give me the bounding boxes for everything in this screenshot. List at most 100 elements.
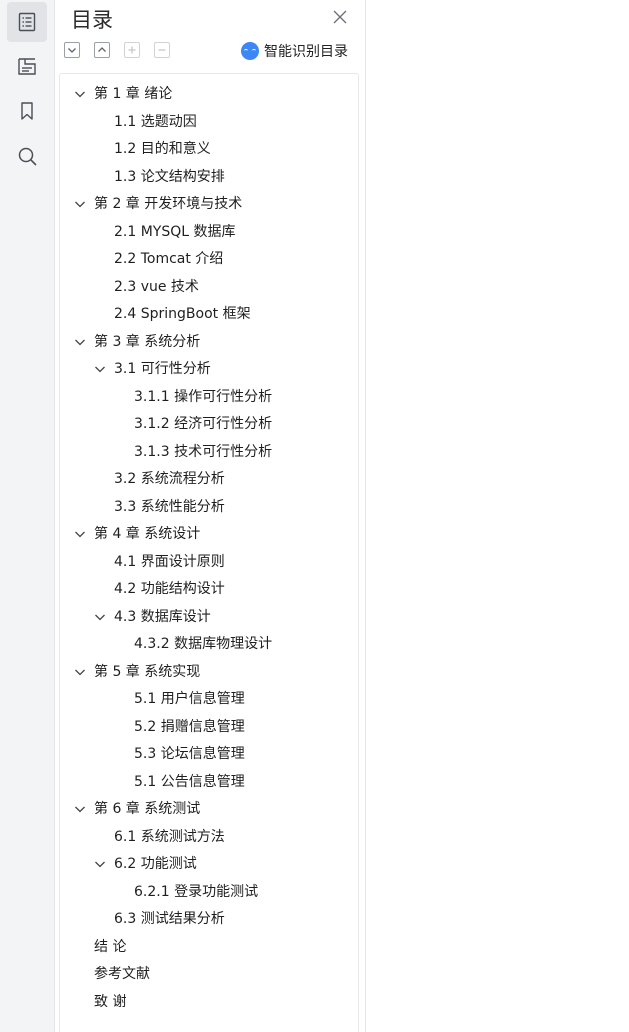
- toc-icon: [18, 12, 36, 32]
- toc-entry[interactable]: 3.1.1 操作可行性分析: [134, 386, 272, 408]
- toc-entry[interactable]: 2.3 vue 技术: [114, 276, 199, 298]
- toc-entry-label: 第 4 章 系统设计: [94, 526, 201, 542]
- toc-entry-label: 2.1 MYSQL 数据库: [114, 223, 236, 240]
- bookmark-icon: [21, 102, 33, 120]
- smart-toc-label: 智能识别目录: [264, 44, 348, 60]
- toc-entry-label: 2.4 SpringBoot 框架: [114, 306, 251, 322]
- toc-entry-label: 第 2 章 开发环境与技术: [94, 196, 243, 212]
- add-entry-icon: [128, 46, 136, 54]
- toc-entry[interactable]: 5.3 论坛信息管理: [134, 743, 245, 765]
- toc-entry[interactable]: 1.1 选题动因: [114, 111, 197, 133]
- remove-entry-button[interactable]: [154, 42, 170, 58]
- chevron-down-icon[interactable]: [94, 611, 106, 623]
- toc-entry-label: 3.1.1 操作可行性分析: [134, 388, 273, 405]
- toc-entry-label: 第 3 章 系统分析: [94, 333, 201, 350]
- toc-entry[interactable]: 3.3 系统性能分析: [114, 496, 225, 518]
- toc-entry[interactable]: 参考文献: [94, 963, 150, 985]
- smart-toc-button[interactable]: 智能识别目录: [241, 40, 348, 62]
- toc-tab-button[interactable]: [7, 2, 47, 42]
- toc-entry[interactable]: 1.2 目的和意义: [114, 138, 211, 160]
- toc-entry-label: 3.1 可行性分析: [114, 361, 211, 377]
- collapse-all-button[interactable]: [64, 42, 80, 58]
- toc-entry[interactable]: 3.1 可行性分析: [94, 358, 211, 380]
- toc-entry[interactable]: 1.3 论文结构安排: [114, 166, 225, 188]
- toc-entry-label: 第 1 章 绪论: [94, 86, 173, 102]
- toc-entry-label: 6.2 功能测试: [114, 856, 197, 872]
- toc-entry[interactable]: 第 5 章 系统实现: [74, 661, 200, 683]
- toc-entry-label: 1.3 论文结构安排: [114, 168, 225, 185]
- toc-entry[interactable]: 6.3 测试结果分析: [114, 908, 225, 930]
- toc-entry[interactable]: 5.2 捐赠信息管理: [134, 716, 245, 738]
- toc-entry[interactable]: 4.1 界面设计原则: [114, 551, 225, 573]
- chevron-down-icon[interactable]: [94, 363, 106, 375]
- toc-entry-label: 2.3 vue 技术: [114, 278, 199, 295]
- left-tool-rail: [0, 0, 55, 1032]
- chevron-down-icon[interactable]: [74, 336, 86, 348]
- toc-entry[interactable]: 第 4 章 系统设计: [74, 523, 200, 545]
- close-panel-button[interactable]: [331, 8, 349, 26]
- collapse-all-icon: [68, 48, 76, 53]
- bookmark-tab-button[interactable]: [7, 91, 47, 131]
- toc-entry[interactable]: 4.3.2 数据库物理设计: [134, 633, 272, 655]
- search-tab-button[interactable]: [7, 136, 47, 176]
- toc-entry-label: 5.3 论坛信息管理: [134, 746, 245, 762]
- toc-entry[interactable]: 3.1.3 技术可行性分析: [134, 441, 272, 463]
- chevron-down-icon[interactable]: [94, 858, 106, 870]
- toc-entry[interactable]: 5.1 用户信息管理: [134, 688, 245, 710]
- toc-entry[interactable]: 2.1 MYSQL 数据库: [114, 221, 236, 243]
- toc-entry-label: 5.1 用户信息管理: [134, 691, 245, 707]
- toc-entry[interactable]: 6.2.1 登录功能测试: [134, 881, 258, 903]
- toc-entry[interactable]: 3.1.2 经济可行性分析: [134, 413, 272, 435]
- toc-entry-label: 2.2 Tomcat 介绍: [114, 251, 224, 267]
- toc-entry-label: 5.1 公告信息管理: [134, 773, 245, 790]
- toc-entry[interactable]: 第 1 章 绪论: [74, 83, 172, 105]
- toc-entry-label: 4.3.2 数据库物理设计: [134, 636, 273, 652]
- toc-entry-label: 3.3 系统性能分析: [114, 498, 225, 515]
- panel-title: 目录: [71, 8, 113, 32]
- toc-entry[interactable]: 第 2 章 开发环境与技术: [74, 193, 242, 215]
- chevron-down-icon[interactable]: [74, 528, 86, 540]
- close-icon: [333, 10, 347, 24]
- chevron-down-icon[interactable]: [74, 88, 86, 100]
- toc-entry-label: 5.2 捐赠信息管理: [134, 718, 245, 735]
- toc-entry-label: 4.3 数据库设计: [114, 608, 211, 625]
- toc-entry-label: 参考文献: [94, 966, 150, 982]
- toc-entry-label: 6.1 系统测试方法: [114, 828, 225, 845]
- thumbnail-icon: [18, 58, 36, 75]
- toc-entry[interactable]: 6.2 功能测试: [94, 853, 197, 875]
- toc-panel: 目录 智能识别目录 第 1 章 绪论 1.1 选题动因 1.2 目的和意义 1.3 论…: [55, 0, 366, 1032]
- chevron-down-icon[interactable]: [74, 803, 86, 815]
- toc-entry-label: 3.1.3 技术可行性分析: [134, 443, 273, 460]
- toc-entry[interactable]: 3.2 系统流程分析: [114, 468, 225, 490]
- remove-entry-icon: [158, 49, 166, 51]
- toc-entry-label: 6.3 测试结果分析: [114, 911, 225, 927]
- toc-entry[interactable]: 4.3 数据库设计: [94, 606, 211, 628]
- toc-entry-label: 致 谢: [94, 993, 127, 1010]
- search-icon: [18, 147, 37, 166]
- toc-entry[interactable]: 5.1 公告信息管理: [134, 771, 245, 793]
- chevron-down-icon[interactable]: [74, 198, 86, 210]
- expand-all-icon: [98, 47, 106, 52]
- toc-entry-label: 结 论: [94, 938, 127, 955]
- expand-all-button[interactable]: [94, 42, 110, 58]
- toc-entry-label: 第 5 章 系统实现: [94, 663, 201, 680]
- thumbnail-tab-button[interactable]: [7, 46, 47, 86]
- toc-entry-label: 4.1 界面设计原则: [114, 553, 225, 570]
- smart-assistant-icon: [241, 42, 259, 60]
- toc-entry[interactable]: 6.1 系统测试方法: [114, 826, 225, 848]
- toc-entry-label: 第 6 章 系统测试: [94, 801, 201, 817]
- toc-entry[interactable]: 第 3 章 系统分析: [74, 331, 200, 353]
- chevron-down-icon[interactable]: [74, 666, 86, 678]
- toc-entry[interactable]: 结 论: [94, 936, 126, 958]
- toc-entry[interactable]: 致 谢: [94, 991, 126, 1013]
- toc-tree: 第 1 章 绪论 1.1 选题动因 1.2 目的和意义 1.3 论文结构安排第 2 章…: [59, 73, 359, 1032]
- toc-entry[interactable]: 4.2 功能结构设计: [114, 578, 225, 600]
- toc-entry-label: 1.1 选题动因: [114, 113, 197, 130]
- toc-entry[interactable]: 2.2 Tomcat 介绍: [114, 248, 223, 270]
- toc-entry-label: 6.2.1 登录功能测试: [134, 883, 259, 900]
- add-entry-button[interactable]: [124, 42, 140, 58]
- toc-entry-label: 4.2 功能结构设计: [114, 581, 225, 597]
- toc-entry-label: 1.2 目的和意义: [114, 141, 211, 157]
- toc-entry[interactable]: 第 6 章 系统测试: [74, 798, 200, 820]
- toc-entry[interactable]: 2.4 SpringBoot 框架: [114, 303, 251, 325]
